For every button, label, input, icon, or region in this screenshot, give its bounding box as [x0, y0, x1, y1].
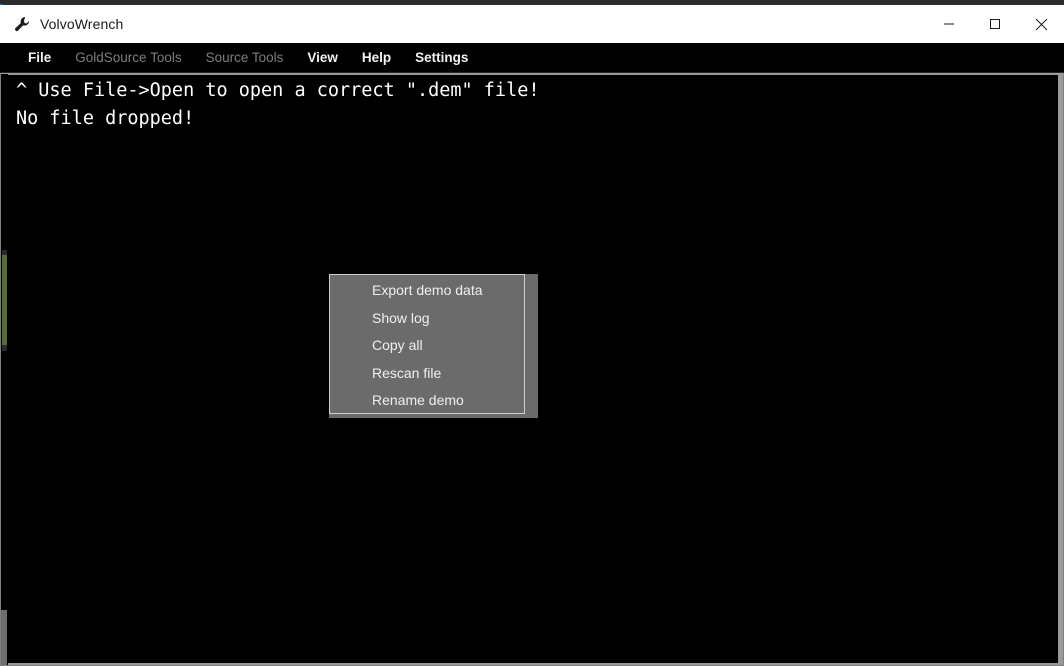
- context-menu-item-show-log[interactable]: Show log: [330, 305, 524, 333]
- application-window: VolvoWrench File GoldSource Tools Source…: [0, 0, 1064, 666]
- window-title: VolvoWrench: [40, 16, 124, 32]
- context-menu-item-rescan-file[interactable]: Rescan file: [330, 360, 524, 388]
- menu-item-view[interactable]: View: [295, 43, 350, 73]
- context-menu-item-export-demo-data[interactable]: Export demo data: [330, 277, 524, 305]
- menu-item-file[interactable]: File: [16, 43, 63, 73]
- wrench-icon: [12, 14, 32, 34]
- console-line: ^ Use File->Open to open a correct ".dem…: [16, 80, 540, 101]
- minimize-icon: [944, 23, 954, 25]
- maximize-icon: [990, 19, 1000, 29]
- menu-item-source-tools: Source Tools: [205, 49, 284, 65]
- console-scrollbar-thumb[interactable]: [2, 255, 7, 345]
- menu-item-help[interactable]: Help: [350, 43, 403, 73]
- scrollbar-rail-bottom: [1, 610, 7, 665]
- window-controls: [926, 5, 1064, 43]
- console-line: No file dropped!: [16, 108, 195, 129]
- context-menu-item-copy-all[interactable]: Copy all: [330, 332, 524, 360]
- close-icon: [1035, 18, 1047, 30]
- title-bar[interactable]: VolvoWrench: [0, 5, 1064, 44]
- menu-item-goldsource-tools: GoldSource Tools: [75, 49, 182, 65]
- context-menu: Export demo data Show log Copy all Resca…: [329, 274, 525, 414]
- maximize-button[interactable]: [972, 5, 1018, 43]
- scrollbar-thumb-cap-bottom: [2, 345, 7, 351]
- minimize-button[interactable]: [926, 5, 972, 43]
- console-scrollbar-track[interactable]: [1, 74, 8, 665]
- close-button[interactable]: [1018, 5, 1064, 43]
- context-menu-item-rename-demo[interactable]: Rename demo: [330, 387, 524, 415]
- menu-item-settings[interactable]: Settings: [403, 43, 480, 73]
- menu-bar: File GoldSource Tools Source Tools View …: [0, 43, 1064, 73]
